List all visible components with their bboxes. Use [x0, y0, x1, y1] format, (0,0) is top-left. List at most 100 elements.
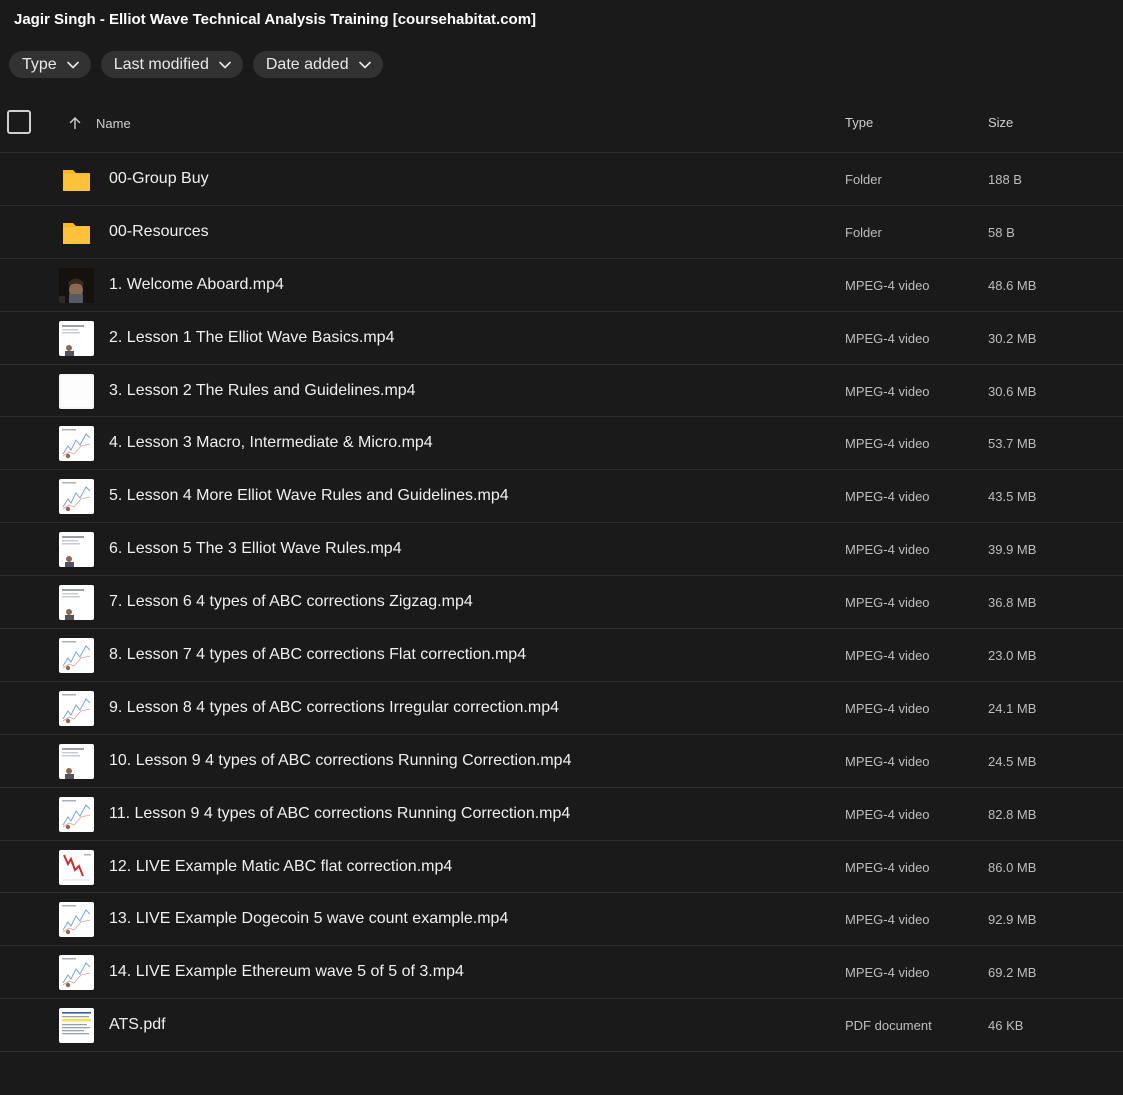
- file-row[interactable]: 14. LIVE Example Ethereum wave 5 of 5 of…: [0, 946, 1123, 1000]
- file-row[interactable]: 11. Lesson 9 4 types of ABC corrections …: [0, 788, 1123, 841]
- file-row[interactable]: 5. Lesson 4 More Elliot Wave Rules and G…: [0, 470, 1123, 524]
- filter-last-modified-label: Last modified: [113, 55, 209, 73]
- file-name[interactable]: ATS.pdf: [109, 1016, 166, 1034]
- file-name[interactable]: 5. Lesson 4 More Elliot Wave Rules and G…: [109, 487, 509, 505]
- folder-row[interactable]: 00-Resources Folder 58 B: [0, 206, 1123, 259]
- file-list: 00-Group Buy Folder 188 B 00-Resources Folde…: [0, 153, 1123, 1053]
- chevron-down-icon: [219, 61, 231, 68]
- file-size: 86.0 MB: [988, 859, 1037, 875]
- file-name[interactable]: 9. Lesson 8 4 types of ABC corrections I…: [109, 699, 559, 717]
- video-thumbnail-slide: [59, 743, 94, 779]
- file-size: 53.7 MB: [988, 436, 1037, 452]
- file-row[interactable]: 8. Lesson 7 4 types of ABC corrections F…: [0, 629, 1123, 682]
- file-type: MPEG-4 video: [845, 965, 930, 981]
- video-thumbnail-chart: [59, 796, 94, 832]
- file-type: MPEG-4 video: [845, 489, 930, 505]
- file-size: 82.8 MB: [988, 806, 1037, 822]
- file-type: MPEG-4 video: [845, 330, 930, 346]
- video-thumbnail-chart: [59, 690, 94, 726]
- file-size: 46 KB: [988, 1018, 1024, 1034]
- column-header-type[interactable]: Type: [845, 115, 873, 130]
- video-thumbnail-slide: [59, 532, 94, 568]
- filter-date-added-label: Date added: [265, 55, 349, 73]
- file-type: PDF document: [845, 1018, 932, 1034]
- video-thumbnail-chart: [59, 426, 94, 462]
- file-size: 24.5 MB: [988, 753, 1037, 769]
- video-thumbnail-chart: [59, 479, 94, 515]
- filter-type-label: Type: [22, 55, 57, 73]
- file-name[interactable]: 8. Lesson 7 4 types of ABC corrections F…: [109, 646, 526, 664]
- file-size: 23.0 MB: [988, 648, 1037, 664]
- file-name[interactable]: 14. LIVE Example Ethereum wave 5 of 5 of…: [109, 963, 464, 981]
- file-type: MPEG-4 video: [845, 806, 930, 822]
- file-type: MPEG-4 video: [845, 436, 930, 452]
- filter-bar: Type Last modified Date added: [9, 51, 383, 78]
- file-size: 188 B: [988, 172, 1022, 187]
- file-name[interactable]: 7. Lesson 6 4 types of ABC corrections Z…: [109, 593, 473, 611]
- column-header-name[interactable]: Name: [96, 116, 131, 131]
- video-thumbnail-red-chart: [59, 849, 94, 885]
- column-header-size[interactable]: Size: [988, 115, 1013, 130]
- file-size: 36.8 MB: [988, 595, 1037, 611]
- file-name[interactable]: 00-Group Buy: [109, 170, 209, 188]
- file-name[interactable]: 2. Lesson 1 The Elliot Wave Basics.mp4: [109, 329, 394, 347]
- file-row[interactable]: 4. Lesson 3 Macro, Intermediate & Micro.…: [0, 417, 1123, 471]
- file-size: 58 B: [988, 224, 1015, 240]
- file-size: 43.5 MB: [988, 489, 1037, 505]
- file-name[interactable]: 4. Lesson 3 Macro, Intermediate & Micro.…: [109, 434, 433, 452]
- file-row[interactable]: 10. Lesson 9 4 types of ABC corrections …: [0, 735, 1123, 788]
- file-type: MPEG-4 video: [845, 383, 930, 399]
- file-type: MPEG-4 video: [845, 595, 930, 611]
- file-row[interactable]: 2. Lesson 1 The Elliot Wave Basics.mp4 MP…: [0, 312, 1123, 365]
- file-name[interactable]: 1. Welcome Aboard.mp4: [109, 276, 284, 294]
- file-name[interactable]: 11. Lesson 9 4 types of ABC corrections …: [109, 805, 570, 823]
- file-type: Folder: [845, 224, 882, 240]
- video-thumbnail-chart: [59, 902, 94, 938]
- arrow-up-icon[interactable]: [68, 116, 82, 130]
- file-type: MPEG-4 video: [845, 753, 930, 769]
- file-size: 30.2 MB: [988, 330, 1037, 346]
- file-name[interactable]: 00-Resources: [109, 223, 209, 241]
- file-name[interactable]: 12. LIVE Example Matic ABC flat correcti…: [109, 858, 452, 876]
- file-row[interactable]: 6. Lesson 5 The 3 Elliot Wave Rules.mp4 M…: [0, 523, 1123, 577]
- table-header: Name Type Size: [0, 100, 1123, 153]
- video-thumbnail-chart: [59, 955, 94, 991]
- video-thumbnail-slide: [59, 320, 94, 356]
- folder-icon: [59, 215, 94, 250]
- file-row[interactable]: 3. Lesson 2 The Rules and Guidelines.mp4…: [0, 365, 1123, 418]
- file-row[interactable]: 1. Welcome Aboard.mp4 MPEG-4 video 48.6 MB: [0, 259, 1123, 312]
- file-row[interactable]: ATS.pdf PDF document 46 KB: [0, 999, 1123, 1053]
- file-type: Folder: [845, 172, 882, 187]
- file-name[interactable]: 6. Lesson 5 The 3 Elliot Wave Rules.mp4: [109, 540, 402, 558]
- file-type: MPEG-4 video: [845, 277, 930, 293]
- folder-row[interactable]: 00-Group Buy Folder 188 B: [0, 153, 1123, 206]
- pdf-thumbnail: [59, 1008, 94, 1044]
- video-thumbnail-presenter: [59, 267, 94, 303]
- video-thumbnail-blank: [59, 373, 94, 409]
- file-type: MPEG-4 video: [845, 648, 930, 664]
- chevron-down-icon: [66, 61, 79, 68]
- file-size: 48.6 MB: [988, 277, 1037, 293]
- file-name[interactable]: 13. LIVE Example Dogecoin 5 wave count e…: [109, 910, 508, 928]
- file-type: MPEG-4 video: [845, 700, 930, 716]
- file-row[interactable]: 9. Lesson 8 4 types of ABC corrections I…: [0, 682, 1123, 735]
- file-type: MPEG-4 video: [845, 859, 930, 875]
- file-name[interactable]: 3. Lesson 2 The Rules and Guidelines.mp4: [109, 382, 416, 400]
- video-thumbnail-slide: [59, 585, 94, 621]
- filter-last-modified-button[interactable]: Last modified: [100, 51, 243, 78]
- folder-title: Jagir Singh - Elliot Wave Technical Anal…: [14, 11, 537, 28]
- file-name[interactable]: 10. Lesson 9 4 types of ABC corrections …: [109, 752, 571, 770]
- file-size: 69.2 MB: [988, 965, 1037, 981]
- file-size: 30.6 MB: [988, 383, 1037, 399]
- select-all-checkbox[interactable]: [7, 110, 31, 134]
- file-size: 39.9 MB: [988, 542, 1037, 558]
- file-row[interactable]: 7. Lesson 6 4 types of ABC corrections Z…: [0, 576, 1123, 630]
- file-row[interactable]: 12. LIVE Example Matic ABC flat correcti…: [0, 841, 1123, 894]
- file-row[interactable]: 13. LIVE Example Dogecoin 5 wave count e…: [0, 893, 1123, 947]
- file-type: MPEG-4 video: [845, 912, 930, 928]
- file-type: MPEG-4 video: [845, 542, 930, 558]
- filter-type-button[interactable]: Type: [9, 51, 91, 78]
- file-size: 24.1 MB: [988, 700, 1037, 716]
- filter-date-added-button[interactable]: Date added: [252, 51, 383, 78]
- file-size: 92.9 MB: [988, 912, 1037, 928]
